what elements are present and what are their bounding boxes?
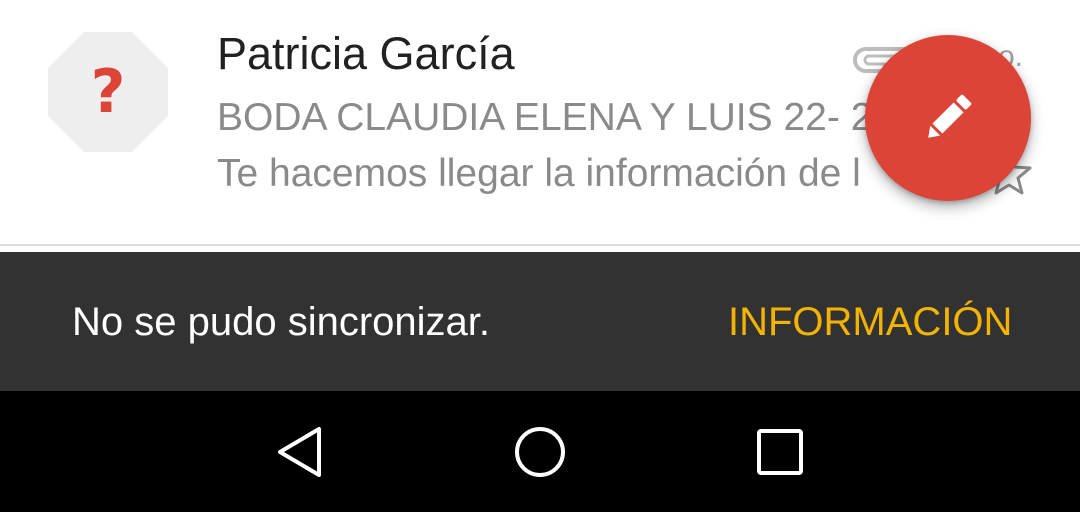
back-icon bbox=[278, 427, 321, 477]
unknown-sender-icon: ? bbox=[90, 57, 126, 127]
snackbar-message: No se pudo sincronizar. bbox=[72, 300, 491, 344]
screen: ? Patricia García BODA CLAUDIA ELENA Y L… bbox=[0, 0, 1080, 512]
sender-avatar[interactable]: ? bbox=[48, 32, 168, 152]
list-divider bbox=[0, 244, 1080, 246]
sender-name: Patricia García bbox=[217, 28, 515, 79]
recents-icon bbox=[757, 429, 803, 475]
snackbar-info-button[interactable]: INFORMACIÓN bbox=[728, 300, 1012, 345]
email-snippet: Te hacemos llegar la información de l bbox=[217, 152, 861, 195]
home-button[interactable] bbox=[512, 424, 568, 480]
email-subject: BODA CLAUDIA ELENA Y LUIS 22- 2 bbox=[217, 96, 873, 139]
back-button[interactable] bbox=[272, 424, 328, 480]
pencil-icon bbox=[928, 94, 972, 138]
home-icon bbox=[515, 427, 565, 477]
compose-button[interactable] bbox=[865, 35, 1031, 201]
recents-button[interactable] bbox=[752, 424, 808, 480]
